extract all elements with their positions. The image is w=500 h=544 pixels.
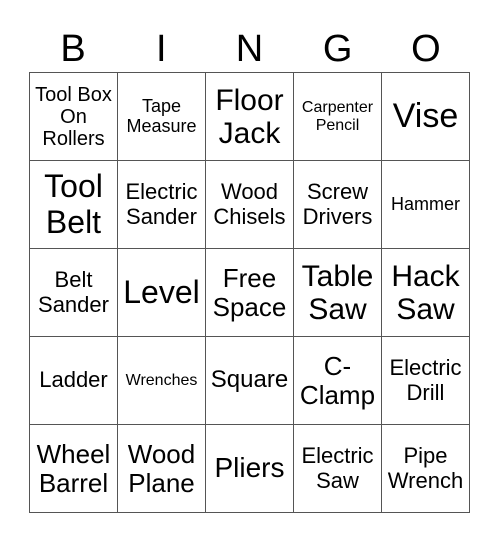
bingo-row: Wheel Barrel Wood Plane Pliers Electric … — [29, 424, 470, 513]
bingo-cell[interactable]: Vise — [381, 72, 470, 161]
bingo-cell[interactable]: Square — [205, 336, 294, 425]
free-space-cell[interactable]: Free Space — [205, 248, 294, 337]
bingo-card: Tool Box On Rollers Tape Measure Floor J… — [29, 72, 470, 513]
bingo-cell[interactable]: Level — [117, 248, 206, 337]
bingo-header: B I N G O — [29, 26, 470, 72]
bingo-cell[interactable]: Electric Drill — [381, 336, 470, 425]
header-letter-i: I — [156, 28, 167, 70]
bingo-row: Belt Sander Level Free Space Table Saw H… — [29, 248, 470, 337]
bingo-cell[interactable]: Hammer — [381, 160, 470, 249]
header-letter-n: N — [235, 28, 264, 70]
bingo-cell[interactable]: Wheel Barrel — [29, 424, 118, 513]
header-letter-b: B — [60, 28, 86, 70]
bingo-row: Tool Belt Electric Sander Wood Chisels S… — [29, 160, 470, 249]
bingo-cell[interactable]: Electric Saw — [293, 424, 382, 513]
bingo-cell[interactable]: Pliers — [205, 424, 294, 513]
bingo-cell[interactable]: Pipe Wrench — [381, 424, 470, 513]
bingo-cell[interactable]: Tape Measure — [117, 72, 206, 161]
bingo-cell[interactable]: Ladder — [29, 336, 118, 425]
bingo-cell[interactable]: Wrenches — [117, 336, 206, 425]
header-letter-o: O — [411, 28, 441, 70]
bingo-cell[interactable]: Floor Jack — [205, 72, 294, 161]
bingo-cell[interactable]: Carpenter Pencil — [293, 72, 382, 161]
bingo-cell[interactable]: Tool Belt — [29, 160, 118, 249]
bingo-cell[interactable]: Screw Drivers — [293, 160, 382, 249]
bingo-cell[interactable]: Wood Plane — [117, 424, 206, 513]
bingo-row: Tool Box On Rollers Tape Measure Floor J… — [29, 72, 470, 161]
bingo-cell[interactable]: C-Clamp — [293, 336, 382, 425]
bingo-cell[interactable]: Table Saw — [293, 248, 382, 337]
bingo-cell[interactable]: Belt Sander — [29, 248, 118, 337]
bingo-cell[interactable]: Hack Saw — [381, 248, 470, 337]
header-letter-g: G — [322, 28, 353, 70]
bingo-cell[interactable]: Wood Chisels — [205, 160, 294, 249]
bingo-row: Ladder Wrenches Square C-Clamp Electric … — [29, 336, 470, 425]
bingo-cell[interactable]: Electric Sander — [117, 160, 206, 249]
bingo-cell[interactable]: Tool Box On Rollers — [29, 72, 118, 161]
